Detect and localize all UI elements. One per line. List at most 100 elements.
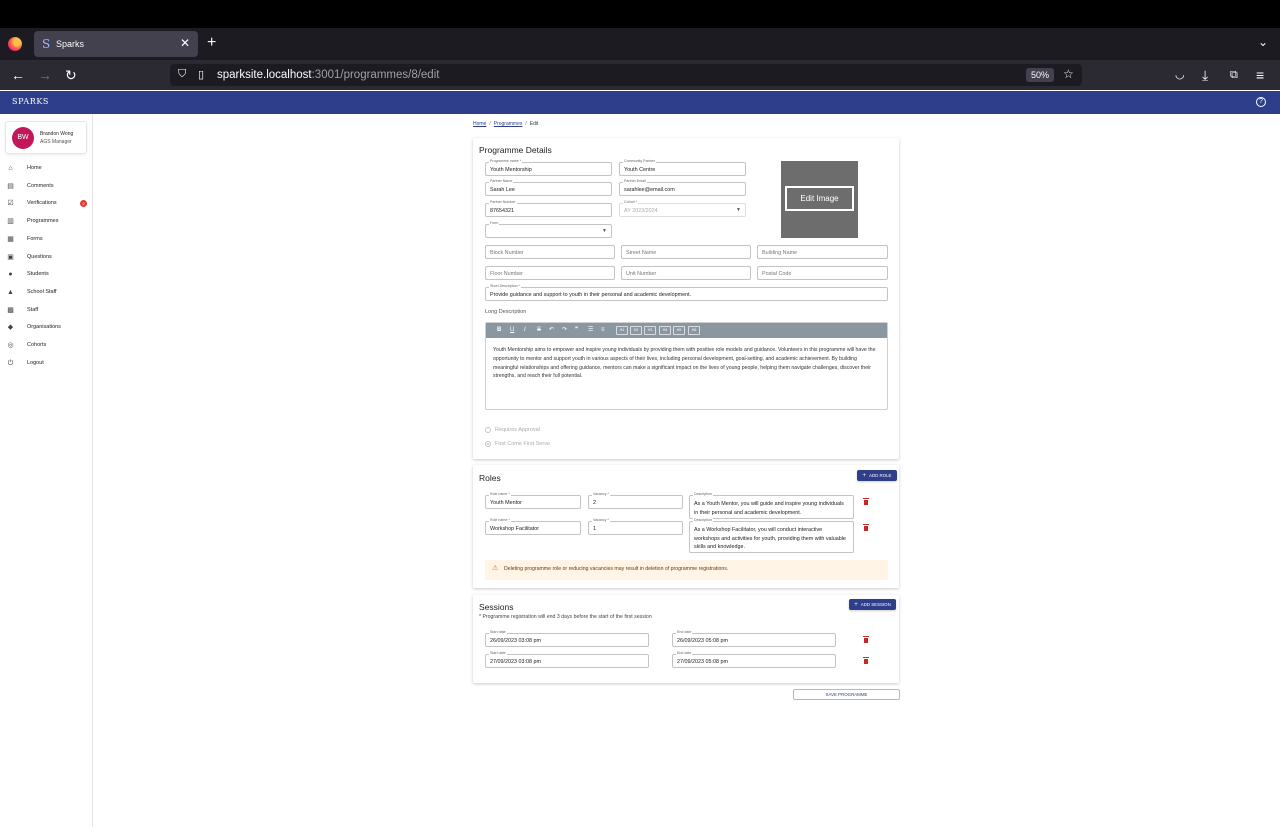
extensions-icon[interactable]: ⧉ [1230,66,1238,84]
sidebar-item-organisations[interactable]: ◆ Organisations [0,321,92,335]
star-icon[interactable]: ☆ [1063,67,1074,81]
community-partner-input[interactable]: Community Partner Youth Centre [619,159,746,176]
partner-email-input[interactable]: Partner Email sarahlee@email.com [619,179,746,196]
firefox-icon[interactable] [8,37,22,51]
brand-logo[interactable]: SPARKS [12,97,49,106]
power-icon: ⏻ [7,359,14,367]
delete-session-icon[interactable] [863,657,869,664]
role-name-input[interactable]: Role name * Youth Mentor [485,492,581,509]
user-name: Brandon Wong [40,131,74,137]
role-name-input[interactable]: Role name * Workshop Facilitator [485,518,581,535]
sidebar-item-verifications[interactable]: ☑ Verifications 2 [0,197,92,211]
sidebar-item-forms[interactable]: ▦ Forms [0,233,92,247]
strikethrough-icon[interactable]: S [537,326,541,335]
save-programme-button[interactable]: SAVE PROGRAMME [793,689,900,700]
postal-code-input[interactable]: Postal Code [757,266,888,280]
sessions-note: * Programme registration will end 3 days… [479,614,652,620]
session-end-date-input[interactable]: End date 26/09/2023 05:08 pm [672,630,836,647]
forward-icon[interactable]: → [38,66,52,84]
undo-icon[interactable]: ↶ [549,326,554,335]
heading3-button[interactable]: H3 [644,326,656,335]
checkbox-icon: ☑ [7,200,14,208]
delete-session-icon[interactable] [863,636,869,643]
reload-icon[interactable]: ↻ [65,66,77,84]
new-tab-icon[interactable]: + [207,33,216,53]
sidebar-item-label: Students [27,271,49,278]
street-name-input[interactable]: Street Name [621,245,751,259]
delete-role-icon[interactable] [863,498,869,505]
address-bar[interactable]: ⛉ ▯ sparksite.localhost:3001/programmes/… [170,64,1082,86]
sidebar-item-label: Comments [27,182,54,189]
long-description-text[interactable]: Youth Mentorship aims to empower and ins… [493,346,881,381]
role-description-input[interactable]: Description As a Workshop Facilitator, y… [689,518,854,553]
form-icon: ▦ [7,235,14,243]
sidebar-item-programmes[interactable]: ▥ Programmes [0,215,92,229]
sidebar-item-label: School Staff [27,288,57,295]
sidebar: BW Brandon Wong AGS Manager ⌂ Home ▤ Commen… [0,114,93,827]
pocket-icon[interactable]: ◡ [1175,66,1185,84]
role-vacancy-input[interactable]: Vacancy * 2 [588,492,683,509]
unit-number-input[interactable]: Unit Number [621,266,751,280]
sidebar-item-cohorts[interactable]: ◎ Cohorts [0,339,92,353]
sidebar-item-students[interactable]: ● Students [0,268,92,282]
close-icon[interactable]: ✕ [180,36,190,50]
floor-number-input[interactable]: Floor Number [485,266,615,280]
session-start-date-input[interactable]: Start date 27/09/2023 03:08 pm [485,651,649,668]
back-icon[interactable]: ← [11,66,25,84]
sidebar-item-questions[interactable]: ▣ Questions [0,251,92,265]
long-description-editor[interactable]: B U I S ↶ ↷ ❞ ☰ ≡ H1 H2 H3 H4 H5 H6 Yout… [485,322,888,410]
badge-icon: ▩ [7,306,14,314]
heading4-button[interactable]: H4 [659,326,671,335]
url-text[interactable]: sparksite.localhost:3001/programmes/8/ed… [217,68,439,82]
radio-requires-approval[interactable]: Requires Approval [485,426,605,434]
italic-icon[interactable]: I [524,326,526,335]
questions-icon: ▣ [7,253,14,261]
role-vacancy-input[interactable]: Vacancy * 1 [588,518,683,535]
short-description-input[interactable]: Short Description * Provide guidance and… [485,284,888,301]
download-icon[interactable]: ⤓ [1202,66,1208,84]
heading5-button[interactable]: H5 [673,326,685,335]
programme-name-input[interactable]: Programme name * Youth Mentorship [485,159,612,176]
help-icon[interactable]: ? [1256,97,1266,107]
zoom-level[interactable]: 50% [1026,68,1054,82]
cohort-select[interactable]: Cohort * AY 2023/2024 ▼ [619,200,746,217]
radio-first-come-first-serve[interactable]: First Come First Serve [485,440,605,448]
block-number-input[interactable]: Block Number [485,245,615,259]
quote-icon[interactable]: ❞ [575,326,578,335]
partner-number-input[interactable]: Partner Number 87654321 [485,200,612,217]
breadcrumb-home[interactable]: Home [473,121,486,127]
roles-card: Roles + ADD ROLE Role name * Youth Mentor… [473,465,899,588]
sidebar-item-school-staff[interactable]: ▲ School Staff [0,286,92,300]
heading1-button[interactable]: H1 [616,326,628,335]
shield-icon[interactable]: ⛉ [178,68,186,81]
form-select[interactable]: Form ▼ [485,221,612,238]
sidebar-item-home[interactable]: ⌂ Home [0,162,92,176]
partner-name-input[interactable]: Partner Name Sarah Lee [485,179,612,196]
sidebar-item-comments[interactable]: ▤ Comments [0,180,92,194]
underline-icon[interactable]: U [510,326,514,335]
add-role-button[interactable]: + ADD ROLE [857,470,897,481]
browser-tab[interactable]: S Sparks ✕ [34,31,198,57]
menu-icon[interactable]: ≡ [1256,66,1264,84]
heading2-button[interactable]: H2 [630,326,642,335]
organisation-icon: ◆ [7,324,14,332]
session-start-date-input[interactable]: Start date 26/09/2023 03:08 pm [485,630,649,647]
bold-icon[interactable]: B [497,326,501,335]
session-end-date-input[interactable]: End date 27/09/2023 05:08 pm [672,651,836,668]
delete-role-icon[interactable] [863,524,869,531]
heading6-button[interactable]: H6 [688,326,700,335]
chevron-down-icon[interactable]: ⌄ [1258,35,1268,49]
bullet-list-icon[interactable]: ☰ [588,326,593,335]
add-session-button[interactable]: + ADD SESSION [849,599,896,610]
home-icon: ⌂ [8,165,13,172]
building-name-input[interactable]: Building Name [757,245,888,259]
role-description-input[interactable]: Description As a Youth Mentor, you will … [689,492,854,519]
sidebar-item-logout[interactable]: ⏻ Logout [0,357,92,371]
card-title-details: Programme Details [479,145,552,155]
edit-image-button[interactable]: Edit Image [785,186,854,211]
breadcrumb-programmes[interactable]: Programmes [494,121,523,127]
sidebar-item-staff[interactable]: ▩ Staff [0,304,92,318]
sidebar-item-label: Logout [27,359,44,366]
redo-icon[interactable]: ↷ [562,326,567,335]
numbered-list-icon[interactable]: ≡ [601,326,605,335]
